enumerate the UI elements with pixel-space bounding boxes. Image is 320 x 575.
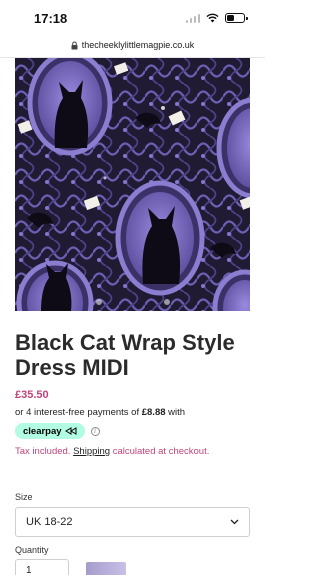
black-cat-pattern-image: [15, 58, 250, 311]
tax-prefix: Tax included.: [15, 446, 74, 457]
quantity-adjacent-swatch: [86, 562, 126, 575]
installments-suffix: with: [165, 407, 186, 418]
cellular-signal-icon: [185, 13, 200, 23]
clearpay-label: clearpay: [23, 425, 62, 437]
url-text: thecheeklylittlemagpie.co.uk: [81, 40, 195, 50]
size-select[interactable]: UK 18-22: [15, 507, 250, 537]
quantity-label: Quantity: [15, 545, 49, 555]
tax-note: Tax included. Shipping calculated at che…: [15, 446, 209, 457]
shipping-link[interactable]: Shipping: [73, 446, 110, 457]
wifi-icon: [206, 13, 219, 23]
image-carousel-dots: [15, 299, 250, 305]
clearpay-arrows-icon: [64, 427, 77, 435]
battery-icon: [225, 13, 248, 23]
status-bar: 17:18: [0, 0, 265, 34]
info-icon[interactable]: i: [90, 426, 100, 436]
installments-prefix: or 4 interest-free payments of: [15, 407, 142, 418]
quantity-input[interactable]: 1: [15, 559, 69, 575]
product-title: Black Cat Wrap Style Dress MIDI: [15, 330, 235, 380]
address-bar[interactable]: thecheeklylittlemagpie.co.uk: [0, 36, 265, 54]
size-selected-value: UK 18-22: [26, 516, 73, 528]
product-image[interactable]: [15, 58, 250, 311]
tax-suffix: calculated at checkout.: [110, 446, 210, 457]
quantity-value: 1: [26, 564, 32, 575]
clearpay-badge[interactable]: clearpay: [15, 423, 85, 439]
carousel-dot[interactable]: [163, 299, 170, 305]
chevron-down-icon: [230, 519, 239, 525]
size-label: Size: [15, 492, 33, 502]
status-time: 17:18: [34, 11, 68, 26]
status-icons: [185, 13, 248, 23]
carousel-dot[interactable]: [95, 299, 102, 305]
product-price: £35.50: [15, 389, 49, 401]
clearpay-row: clearpay i: [15, 423, 100, 439]
lock-icon: [71, 41, 78, 49]
installments-amount: £8.88: [141, 407, 166, 418]
installments-text: or 4 interest-free payments of £8.88 wit…: [15, 407, 185, 418]
